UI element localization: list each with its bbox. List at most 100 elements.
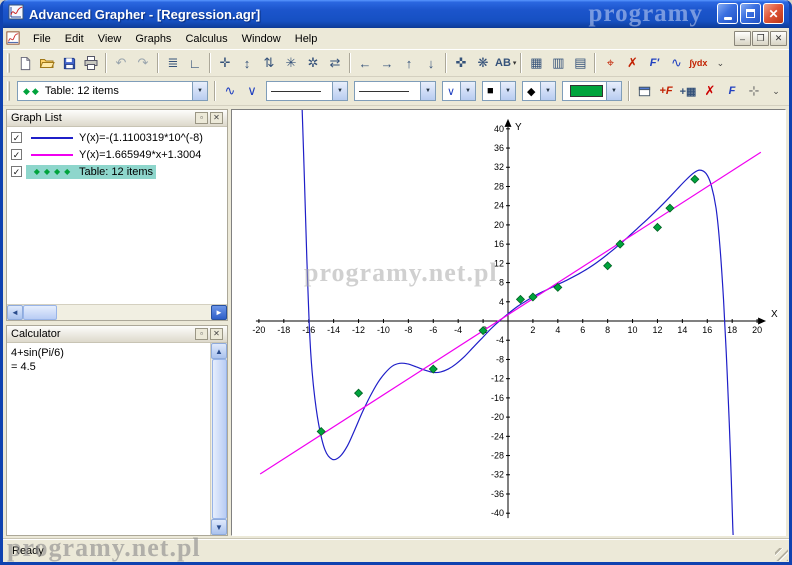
new-document-button[interactable] [14, 52, 36, 74]
visibility-checkbox[interactable]: ✓ [11, 166, 22, 177]
dropdown-arrow-icon[interactable]: ▼ [540, 82, 555, 100]
join-style-select[interactable]: ∨▼ [442, 81, 476, 101]
graph-list-item[interactable]: ✓◆◆◆◆Table: 12 items [7, 163, 227, 180]
y-tick-label: -20 [491, 412, 504, 422]
curve-segments-button[interactable]: ∨ [241, 80, 263, 102]
dropdown-arrow-icon[interactable]: ▼ [192, 82, 207, 100]
edit-graph-button[interactable]: F [721, 80, 743, 102]
trace-button[interactable]: ⌖ [599, 52, 621, 74]
graph-list-header[interactable]: Graph List ▫ ✕ [7, 110, 227, 127]
close-button[interactable]: ✕ [763, 3, 784, 24]
menu-file[interactable]: File [26, 30, 58, 48]
visibility-checkbox[interactable]: ✓ [11, 132, 22, 143]
graph-toolbar: ◆◆ Table: 12 items ▼ ∿∨▼▼∨▼■▼◆▼▼+F+▦✗F⊹⌄ [3, 77, 789, 106]
table-points-button[interactable]: ▤ [569, 52, 591, 74]
fit-to-window-button[interactable]: ❋ [472, 52, 494, 74]
text-labels-button[interactable]: AB▾ [494, 52, 517, 74]
graph-list-item[interactable]: ✓Y(x)=1.665949*x+1.3004 [7, 146, 227, 163]
menu-view[interactable]: View [91, 30, 129, 48]
visibility-checkbox[interactable]: ✓ [11, 149, 22, 160]
x-axis-arrow [758, 318, 766, 325]
scrollbar-down-icon[interactable]: ▼ [211, 519, 227, 535]
data-point [666, 204, 674, 212]
maximize-button[interactable] [740, 3, 761, 24]
line-style-select[interactable]: ▼ [266, 81, 348, 101]
save-file-button[interactable] [58, 52, 80, 74]
derivative-icon: F′ [650, 57, 659, 69]
scrollbar-left-icon[interactable]: ◄ [7, 305, 23, 320]
stretch-y-button[interactable]: ↕ [236, 52, 258, 74]
scrollbar-right-icon[interactable]: ► [211, 305, 227, 320]
integration-button[interactable]: ∫ydx [687, 52, 709, 74]
stretch-x-button[interactable]: ⇄ [324, 52, 346, 74]
menu-edit[interactable]: Edit [58, 30, 91, 48]
point-size-select[interactable]: ■▼ [482, 81, 516, 101]
dropdown-arrow-icon[interactable]: ▼ [332, 82, 347, 100]
print-button[interactable] [80, 52, 102, 74]
mdi-close-button[interactable]: ✕ [770, 31, 787, 46]
zoom-in-button[interactable]: ✳ [280, 52, 302, 74]
line-width-select[interactable]: ▼ [354, 81, 436, 101]
scroll-up-button[interactable]: ↑ [398, 52, 420, 74]
scrollbar-thumb[interactable] [23, 305, 57, 320]
calculator-input[interactable]: 4+sin(Pi/6) = 4.5 [7, 343, 210, 535]
menu-help[interactable]: Help [288, 30, 325, 48]
graph-color-select[interactable]: ▼ [562, 81, 622, 101]
more-tools-button[interactable]: ⌄ [709, 52, 731, 74]
dropdown-arrow-icon[interactable]: ▼ [420, 82, 435, 100]
marker-shape-select[interactable]: ◆▼ [522, 81, 556, 101]
resize-grip[interactable] [775, 548, 788, 561]
graph-selector[interactable]: ◆◆ Table: 12 items ▼ [17, 81, 208, 101]
more-graph-tools-button[interactable]: ⌄ [765, 80, 787, 102]
maximize-icon [746, 9, 755, 18]
titlebar[interactable]: Advanced Grapher - [Regression.agr] prog… [3, 0, 789, 28]
graph-list-item[interactable]: ✓Y(x)=-(1.1100319*10^(-8) [7, 129, 227, 146]
calculator-vscrollbar[interactable]: ▲ ▼ [210, 343, 227, 535]
toolbar-grip[interactable] [7, 53, 10, 73]
add-table-button[interactable]: +▦ [677, 80, 699, 102]
scroll-down-button[interactable]: ↓ [420, 52, 442, 74]
mdi-restore-button[interactable]: ❐ [752, 31, 769, 46]
menu-calculus[interactable]: Calculus [178, 30, 234, 48]
menu-window[interactable]: Window [235, 30, 288, 48]
x-tick-label: 4 [555, 325, 560, 335]
default-scale-button[interactable]: ✜ [450, 52, 472, 74]
toolbar-grip[interactable] [7, 81, 10, 101]
graph-list-hscrollbar[interactable]: ◄ ► [7, 304, 227, 320]
scroll-right-button[interactable]: → [376, 52, 398, 74]
scrollbar-track[interactable] [57, 305, 211, 320]
graph-properties-button[interactable] [633, 80, 655, 102]
menu-graphs[interactable]: Graphs [128, 30, 178, 48]
graph-list-toggle-button[interactable]: ≣ [162, 52, 184, 74]
dropdown-arrow-icon[interactable]: ▼ [500, 82, 515, 100]
float-panel-icon[interactable]: ▫ [195, 328, 208, 340]
toolbar-separator [214, 81, 216, 101]
undo-button: ↶ [110, 52, 132, 74]
close-panel-icon[interactable]: ✕ [210, 112, 223, 124]
intersections-button[interactable]: ✗ [621, 52, 643, 74]
move-graph-button[interactable]: ✛ [214, 52, 236, 74]
open-file-button[interactable] [36, 52, 58, 74]
calculator-header[interactable]: Calculator ▫ ✕ [7, 326, 227, 343]
shrink-y-button[interactable]: ⇅ [258, 52, 280, 74]
derivative-button[interactable]: F′ [643, 52, 665, 74]
regression-button[interactable]: ∿ [665, 52, 687, 74]
axes-properties-button[interactable]: ∟ [184, 52, 206, 74]
delete-graph-button[interactable]: ✗ [699, 80, 721, 102]
float-panel-icon[interactable]: ▫ [195, 112, 208, 124]
zoom-out-button[interactable]: ✲ [302, 52, 324, 74]
close-panel-icon[interactable]: ✕ [210, 328, 223, 340]
dropdown-arrow-icon[interactable]: ▼ [606, 82, 621, 100]
mdi-minimize-button[interactable]: – [734, 31, 751, 46]
scroll-left-button[interactable]: ← [354, 52, 376, 74]
quick-trace-button[interactable]: ⊹ [743, 80, 765, 102]
table-of-values-button[interactable]: ▦ [525, 52, 547, 74]
scrollbar-up-icon[interactable]: ▲ [211, 343, 227, 359]
add-function-button[interactable]: +F [655, 80, 677, 102]
dropdown-arrow-icon[interactable]: ▼ [460, 82, 475, 100]
minimize-button[interactable] [717, 3, 738, 24]
scrollbar-thumb[interactable] [212, 359, 227, 519]
table-y-values-button[interactable]: ▥ [547, 52, 569, 74]
curve-smooth-button[interactable]: ∿ [219, 80, 241, 102]
plot-area[interactable]: XY-20-18-16-14-12-10-8-6-4-2246810121416… [231, 109, 786, 536]
